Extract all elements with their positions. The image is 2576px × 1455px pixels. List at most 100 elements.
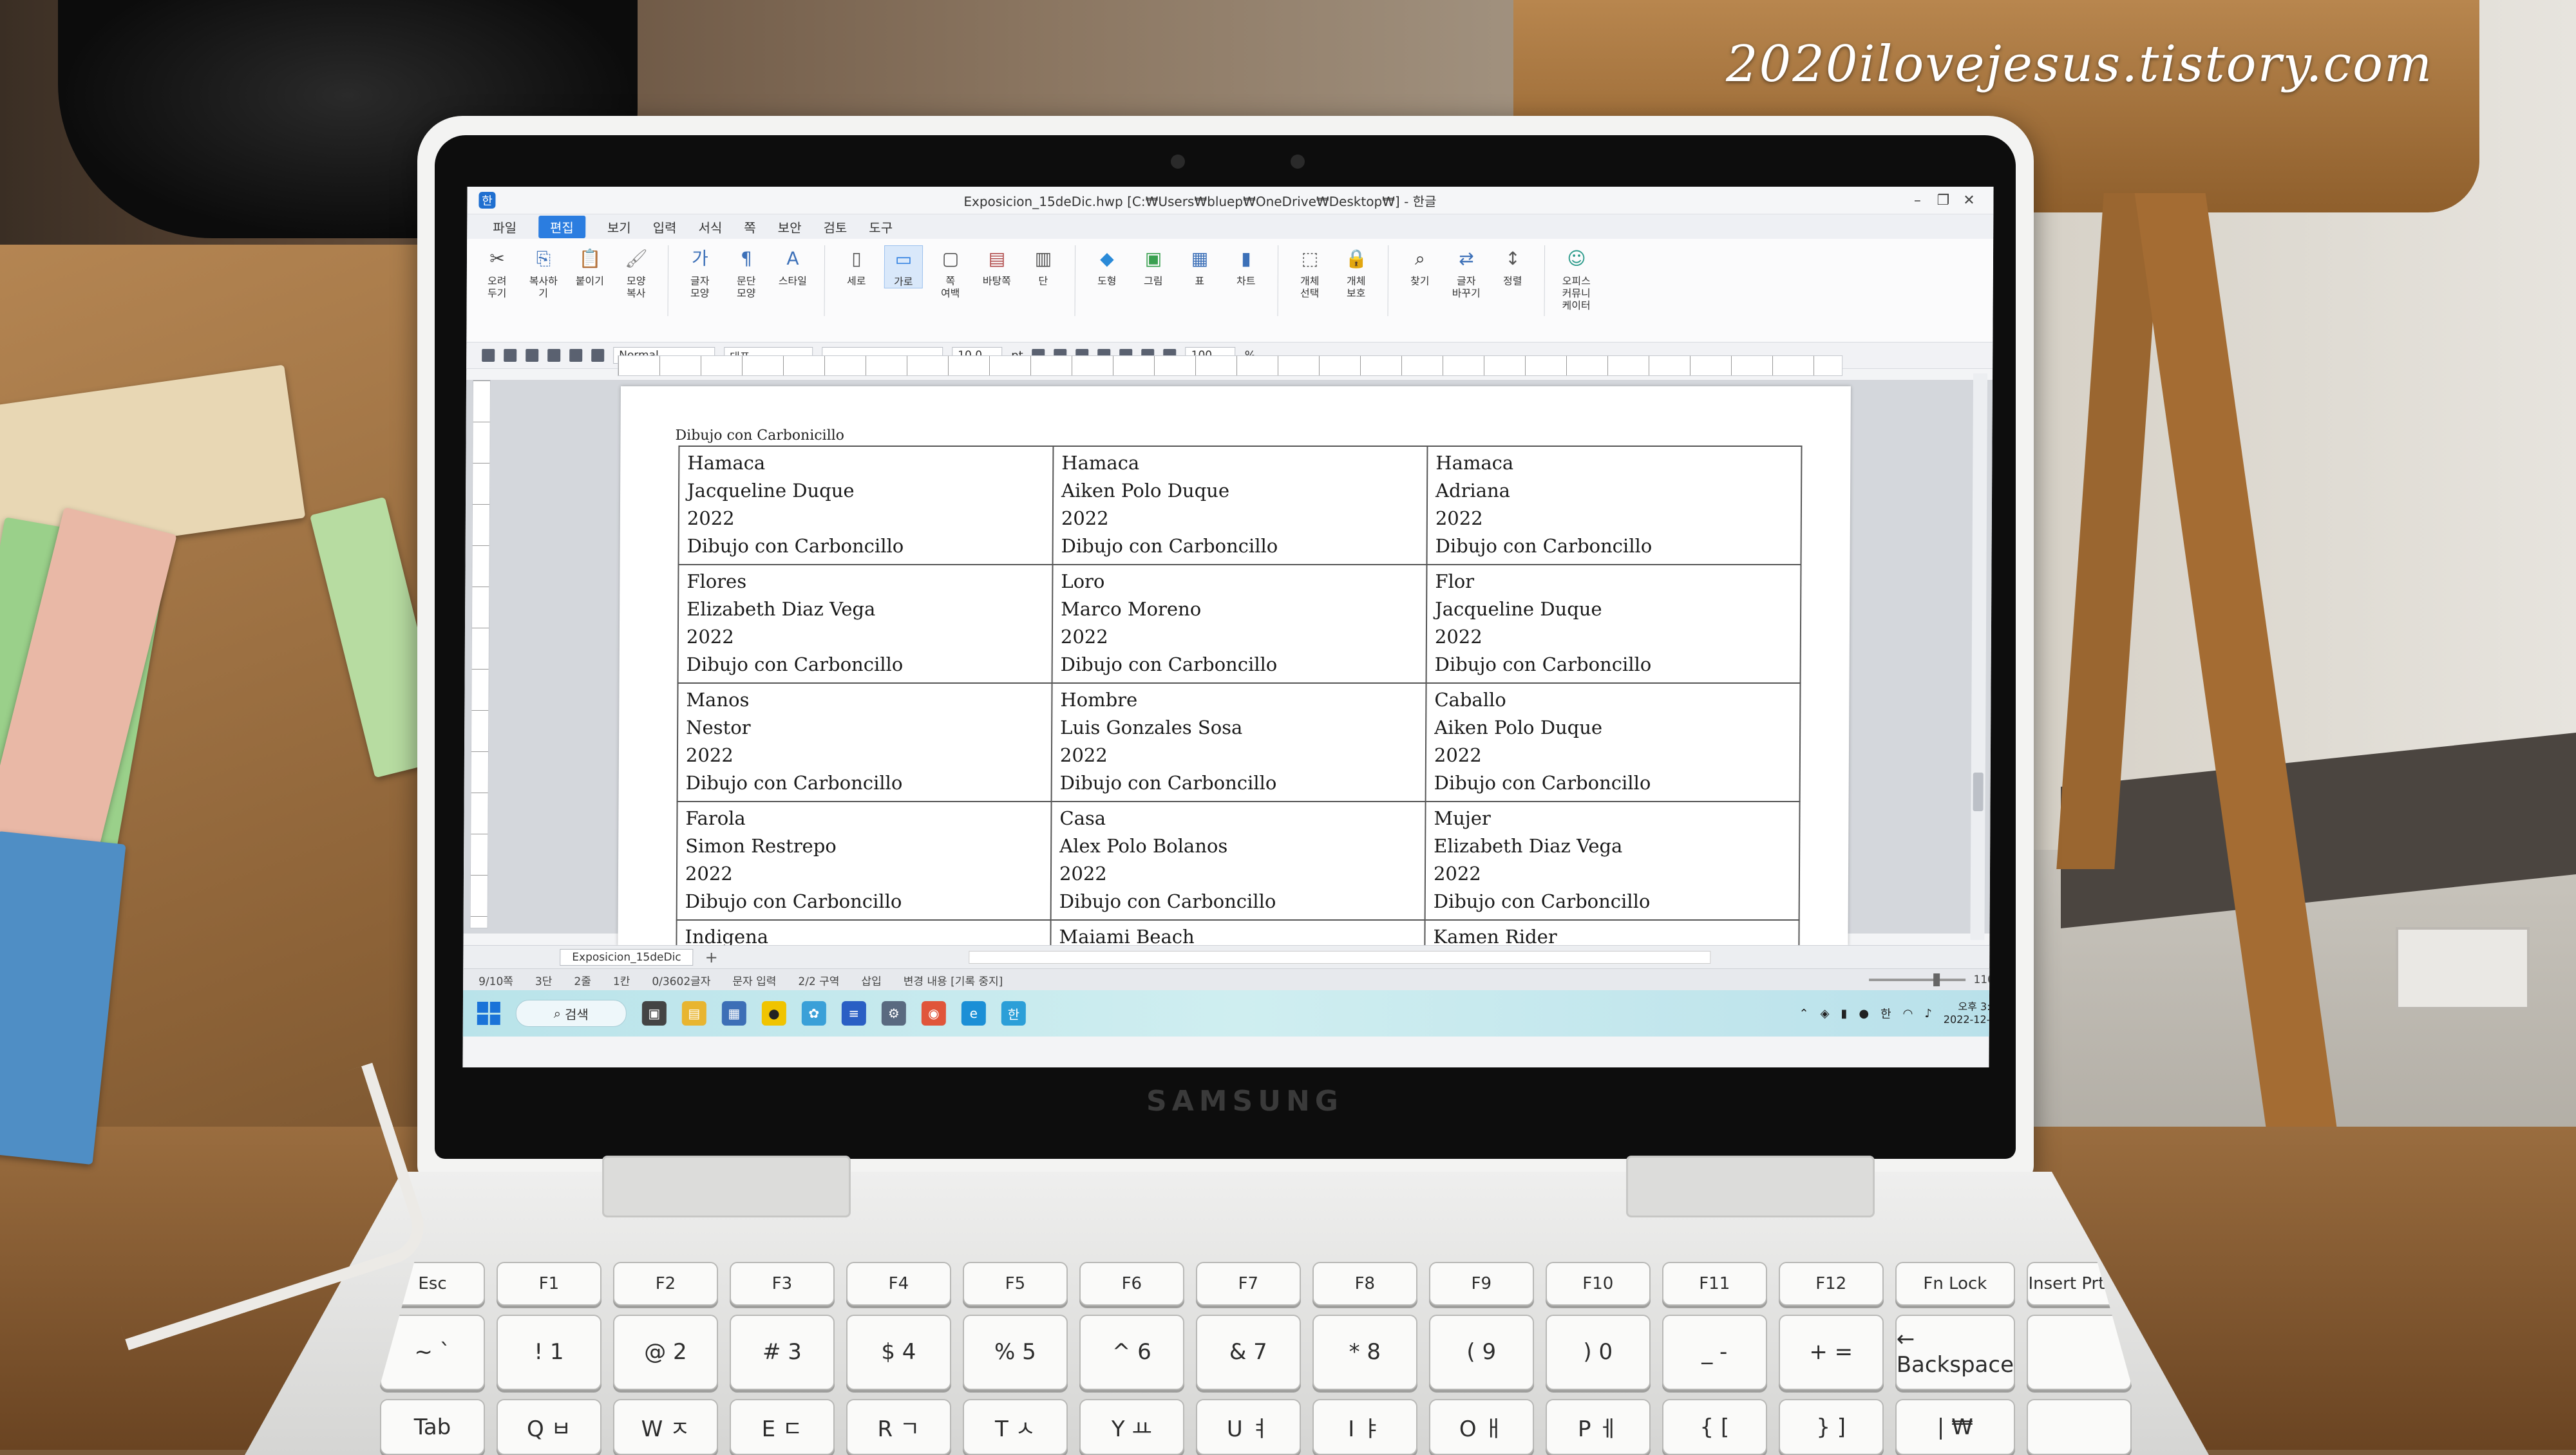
kakaotalk-icon[interactable]: ● (761, 1001, 786, 1026)
volume-icon[interactable]: ♪ (1924, 1007, 1932, 1020)
find-icon: ⌕ (1415, 247, 1425, 269)
menu-item[interactable]: 보기 (607, 218, 631, 236)
ribbon-button-portrait[interactable]: ▯ 세로 (838, 245, 875, 288)
artwork-title: Caballo (1434, 689, 1506, 711)
table-cell[interactable]: Hamaca Aiken Polo Duque 2022 Dibujo con Car… (1052, 446, 1428, 565)
table-cell[interactable]: Flor Jacqueline Duque 2022 Dibujo con Carbo… (1426, 565, 1801, 683)
calculator-icon[interactable]: ▦ (721, 1001, 746, 1026)
ribbon-button-margin[interactable]: ▢ 쪽 여백 (932, 245, 969, 300)
print-icon[interactable] (547, 349, 561, 362)
ribbon-button-sort[interactable]: ↕ 정렬 (1494, 245, 1531, 288)
table-cell[interactable]: Manos Nestor 2022 Dibujo con Carboncillo (677, 683, 1052, 802)
menu-item[interactable]: 검토 (823, 218, 847, 236)
ribbon-button-copy[interactable]: ⎘ 복사하기 (525, 245, 562, 300)
status-mode: 문자 입력 (732, 975, 777, 988)
horizontal-scrollbar[interactable] (969, 951, 1711, 964)
task-view-icon[interactable]: ▣ (641, 1001, 667, 1026)
ribbon-button-select-object[interactable]: ⬚ 개체 선택 (1291, 245, 1329, 300)
ribbon-button-paste[interactable]: 📋 붙이기 (571, 245, 609, 288)
ribbon-button-find[interactable]: ⌕ 찾기 (1401, 245, 1439, 288)
vertical-ruler[interactable] (469, 380, 491, 928)
open-icon[interactable] (504, 349, 517, 362)
artwork-year: 2022 (1435, 507, 1483, 529)
notes-icon[interactable]: ≡ (841, 1001, 866, 1026)
ribbon-button-columns[interactable]: ▥ 단 (1025, 245, 1062, 288)
table-cell[interactable]: Hombre Luis Gonzales Sosa 2022 Dibujo con C… (1051, 683, 1426, 802)
status-track-changes[interactable]: 변경 내용 [기록 중지] (904, 972, 1003, 988)
hwp-taskbar-icon[interactable]: 한 (1001, 1001, 1026, 1026)
restore-icon[interactable]: ❐ (1930, 192, 1956, 209)
battery-icon[interactable]: ▮ (1841, 1007, 1847, 1020)
table-cell[interactable]: Loro Marco Moreno 2022 Dibujo con Carboncil… (1052, 565, 1427, 683)
new-doc-icon[interactable] (482, 349, 495, 362)
table-cell[interactable]: Hamaca Adriana 2022 Dibujo con Carboncillo (1426, 446, 1802, 565)
table-cell[interactable]: Mujer Elizabeth Diaz Vega 2022 Dibujo con C… (1425, 802, 1800, 920)
ribbon-button-master-page[interactable]: ▤ 바탕쪽 (978, 245, 1016, 288)
ribbon-button-protect-object[interactable]: 🔒 개체 보호 (1338, 245, 1375, 300)
menu-item[interactable]: 보안 (778, 218, 802, 236)
shield-icon[interactable]: ◈ (1821, 1007, 1830, 1020)
close-icon[interactable]: ✕ (1956, 192, 1982, 209)
menu-item[interactable]: 입력 (653, 218, 677, 236)
menu-item[interactable]: 쪽 (744, 218, 756, 236)
ribbon-button-table[interactable]: ▦ 표 (1181, 245, 1218, 288)
save-icon[interactable] (526, 349, 539, 362)
ribbon-button-format-painter[interactable]: 🖌 모양 복사 (618, 245, 655, 300)
vertical-scrollbar[interactable] (1970, 373, 1988, 940)
status-column: 1칸 (612, 975, 630, 988)
artist-name: Marco Moreno (1061, 598, 1202, 620)
taskbar-search[interactable]: ⌕ 검색 (515, 1000, 627, 1027)
undo-icon[interactable] (569, 349, 583, 362)
chevron-up-icon[interactable]: ⌃ (1799, 1007, 1808, 1020)
table-cell[interactable]: Flores Elizabeth Diaz Vega 2022 Dibujo con … (677, 565, 1053, 683)
ribbon-label: 붙이기 (575, 275, 604, 287)
scroll-thumb[interactable] (1973, 773, 1984, 811)
ribbon-button-landscape[interactable]: ▭ 가로 (884, 245, 923, 288)
table-cell[interactable]: Farola Simon Restrepo 2022 Dibujo con Carbo… (676, 802, 1052, 920)
edge-icon[interactable]: e (961, 1001, 986, 1026)
ribbon-button-replace[interactable]: ⇄ 글자 바꾸기 (1448, 245, 1485, 300)
ribbon-button-char-shape[interactable]: 가 글자 모양 (681, 245, 719, 300)
chat-icon[interactable]: ● (1859, 1007, 1869, 1020)
keyboard-key: F3 (729, 1262, 835, 1306)
status-insert[interactable]: 삽입 (861, 972, 881, 988)
settings-gear-icon[interactable]: ⚙ (881, 1001, 906, 1026)
ime-indicator[interactable]: 한 (1880, 1005, 1891, 1022)
keyboard-key: F1 (496, 1262, 601, 1306)
menu-item[interactable]: 파일 (493, 218, 516, 236)
document-page[interactable]: Dibujo con Carbonicillo Hamaca Jacqueline… (618, 386, 1851, 955)
redo-icon[interactable] (591, 349, 605, 362)
ribbon-button-communicator[interactable]: ☺ 오피스 커뮤니케이터 (1558, 245, 1596, 312)
artwork-technique: Dibujo con Carboncillo (1433, 890, 1651, 912)
wifi-icon[interactable]: ◠ (1903, 1007, 1913, 1020)
artwork-table[interactable]: Hamaca Jacqueline Duque 2022 Dibujo con Car… (676, 446, 1802, 956)
keyboard-key: F7 (1195, 1262, 1301, 1306)
table-cell[interactable]: Caballo Aiken Polo Duque 2022 Dibujo con Ca… (1425, 683, 1801, 802)
ribbon-button-cut[interactable]: ✂ 오려 두기 (478, 245, 516, 300)
photos-icon[interactable]: ✿ (801, 1001, 826, 1026)
hwp-app-icon: 한 (478, 192, 496, 209)
add-tab-icon[interactable]: + (705, 948, 718, 966)
minimize-icon[interactable]: – (1904, 192, 1930, 209)
ribbon-button-para-shape[interactable]: ¶ 문단 모양 (728, 245, 765, 300)
windows-start-icon[interactable] (477, 1002, 500, 1025)
ribbon-label: 찾기 (1410, 275, 1430, 287)
browser-icon[interactable]: ◉ (921, 1001, 946, 1026)
zoom-slider[interactable] (1869, 979, 1966, 981)
clock[interactable]: 오후 3:13 2022-12-13 (1944, 1000, 1994, 1026)
ribbon-button-picture[interactable]: ▣ 그림 (1135, 245, 1172, 288)
ribbon-label: 세로 (847, 275, 866, 287)
menu-item[interactable]: 편집 (538, 215, 585, 238)
file-explorer-icon[interactable]: ▤ (681, 1001, 706, 1026)
ribbon-button-style[interactable]: A 스타일 (774, 245, 811, 288)
menu-item[interactable]: 도구 (869, 218, 893, 236)
menu-item[interactable]: 서식 (698, 218, 722, 236)
ribbon-button-chart[interactable]: ▮ 차트 (1227, 245, 1265, 288)
columns-icon: ▥ (1034, 247, 1052, 269)
table-cell[interactable]: Hamaca Jacqueline Duque 2022 Dibujo con Car… (678, 446, 1054, 565)
artwork-title: Hamaca (1435, 452, 1514, 474)
horizontal-ruler[interactable] (618, 355, 1843, 376)
ribbon-button-shape[interactable]: ◆ 도형 (1088, 245, 1126, 288)
document-tab[interactable]: Exposicion_15deDic (560, 949, 694, 966)
table-cell[interactable]: Casa Alex Polo Bolanos 2022 Dibujo con Carb… (1050, 802, 1426, 920)
